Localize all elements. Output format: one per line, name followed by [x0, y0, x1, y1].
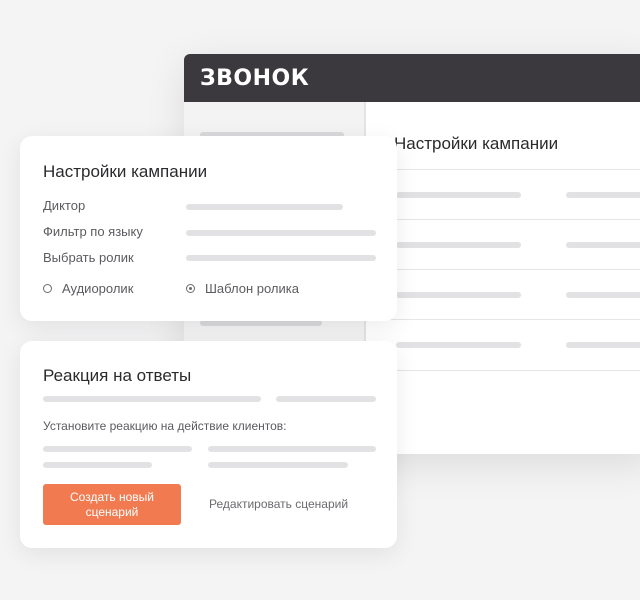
language-filter-label: Фильтр по языку [43, 224, 143, 239]
reaction-option-placeholder[interactable] [43, 446, 192, 452]
table-row[interactable] [366, 269, 640, 320]
reaction-placeholder [276, 396, 376, 402]
reaction-option-placeholder[interactable] [208, 446, 376, 452]
table-row[interactable] [366, 169, 640, 220]
language-filter-field[interactable] [186, 230, 376, 236]
stage: ЗВОНОК Настройки кампании Настройки камп… [0, 0, 640, 600]
radio-clip-template-label: Шаблон ролика [205, 281, 299, 296]
row-placeholder [396, 192, 521, 198]
campaign-card-title: Настройки кампании [43, 162, 208, 181]
row-placeholder [396, 342, 521, 348]
choose-clip-field[interactable] [186, 255, 376, 261]
radio-audio-clip[interactable]: Аудиоролик [43, 281, 133, 296]
reaction-option-placeholder[interactable] [208, 462, 348, 468]
app-header: ЗВОНОК [184, 54, 640, 102]
speaker-field[interactable] [186, 204, 343, 210]
edit-scenario-link[interactable]: Редактировать сценарий [209, 497, 348, 511]
reaction-card: Реакция на ответы Установите реакцию на … [20, 341, 397, 548]
reaction-instruction: Установите реакцию на действие клиентов: [43, 419, 287, 433]
radio-unchecked-icon [43, 284, 52, 293]
row-placeholder [566, 242, 640, 248]
create-scenario-button[interactable]: Создать новый сценарий [43, 484, 181, 525]
reaction-option-placeholder[interactable] [43, 462, 152, 468]
row-placeholder [566, 342, 640, 348]
radio-checked-icon [186, 284, 195, 293]
speaker-label: Диктор [43, 198, 86, 213]
reaction-card-title: Реакция на ответы [43, 366, 192, 385]
reaction-placeholder [43, 396, 261, 402]
choose-clip-label: Выбрать ролик [43, 250, 134, 265]
row-placeholder [396, 242, 521, 248]
app-main: Настройки кампании [366, 102, 640, 454]
brand-logo: ЗВОНОК [200, 65, 310, 91]
row-placeholder [566, 192, 640, 198]
table-row[interactable] [366, 319, 640, 371]
radio-clip-template[interactable]: Шаблон ролика [186, 281, 299, 296]
radio-audio-clip-label: Аудиоролик [62, 281, 134, 296]
table-row[interactable] [366, 219, 640, 270]
main-page-title: Настройки кампании [394, 134, 559, 153]
row-placeholder [396, 292, 521, 298]
row-placeholder [566, 292, 640, 298]
campaign-settings-card: Настройки кампании Диктор Фильтр по язык… [20, 136, 397, 321]
